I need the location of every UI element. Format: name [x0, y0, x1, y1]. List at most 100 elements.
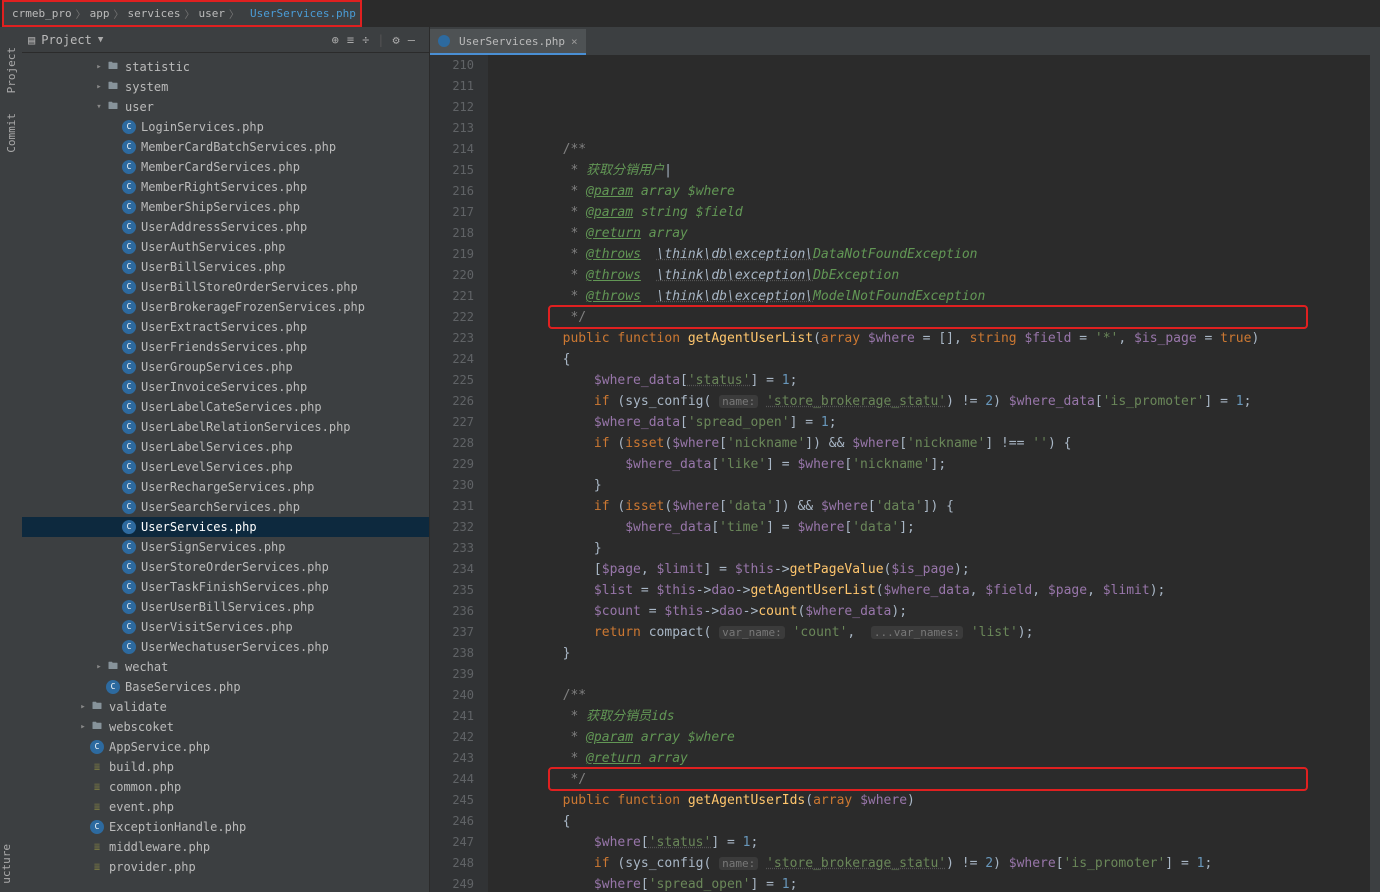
tree-item[interactable]: ▸🖿system [22, 77, 429, 97]
line-number[interactable]: 243 [430, 748, 474, 769]
line-number[interactable]: 213 [430, 118, 474, 139]
code-line[interactable]: { [500, 811, 1370, 832]
tree-item[interactable]: CUserSearchServices.php [22, 497, 429, 517]
tree-item[interactable]: CUserBrokerageFrozenServices.php [22, 297, 429, 317]
tree-item[interactable]: CLoginServices.php [22, 117, 429, 137]
code-line[interactable]: * @throws \think\db\exception\DataNotFou… [500, 244, 1370, 265]
code-line[interactable]: return compact( var_name: 'count', ...va… [500, 622, 1370, 643]
code-line[interactable]: } [500, 643, 1370, 664]
tree-item[interactable]: CBaseServices.php [22, 677, 429, 697]
line-number[interactable]: 238 [430, 643, 474, 664]
code-line[interactable]: /** [500, 685, 1370, 706]
settings-icon[interactable]: ⚙ [393, 33, 400, 47]
tree-item[interactable]: CUserUserBillServices.php [22, 597, 429, 617]
tree-item[interactable]: CUserVisitServices.php [22, 617, 429, 637]
code-line[interactable]: $list = $this->dao->getAgentUserList($wh… [500, 580, 1370, 601]
line-number[interactable]: 224 [430, 349, 474, 370]
code-line[interactable]: * 获取分销员ids [500, 706, 1370, 727]
chevron-right-icon[interactable]: ▸ [92, 82, 106, 92]
close-icon[interactable]: × [571, 35, 578, 48]
tree-item[interactable]: CAppService.php [22, 737, 429, 757]
line-number[interactable]: 227 [430, 412, 474, 433]
line-number[interactable]: 222 [430, 307, 474, 328]
code-line[interactable]: if (sys_config( name: 'store_brokerage_s… [500, 391, 1370, 412]
tree-item[interactable]: CMemberRightServices.php [22, 177, 429, 197]
tree-item[interactable]: CMemberCardBatchServices.php [22, 137, 429, 157]
line-number[interactable]: 240 [430, 685, 474, 706]
line-number[interactable]: 236 [430, 601, 474, 622]
code-line[interactable]: public function getAgentUserIds(array $w… [500, 790, 1370, 811]
line-number[interactable]: 232 [430, 517, 474, 538]
bc-2[interactable]: services [127, 7, 180, 20]
tree-item[interactable]: CUserBillStoreOrderServices.php [22, 277, 429, 297]
line-number[interactable]: 214 [430, 139, 474, 160]
line-number[interactable]: 235 [430, 580, 474, 601]
line-number[interactable]: 215 [430, 160, 474, 181]
bc-1[interactable]: app [90, 7, 110, 20]
line-number[interactable]: 244 [430, 769, 474, 790]
collapse-all-icon[interactable]: ÷ [362, 33, 369, 47]
line-number[interactable]: 223 [430, 328, 474, 349]
line-number[interactable]: 242 [430, 727, 474, 748]
line-number[interactable]: 228 [430, 433, 474, 454]
tree-item[interactable]: CUserLabelServices.php [22, 437, 429, 457]
bc-3[interactable]: user [198, 7, 225, 20]
line-number[interactable]: 249 [430, 874, 474, 892]
tree-item[interactable]: CUserInvoiceServices.php [22, 377, 429, 397]
chevron-right-icon[interactable]: ▸ [76, 702, 90, 712]
hide-icon[interactable]: — [408, 33, 415, 47]
code-line[interactable]: } [500, 538, 1370, 559]
tree-item[interactable]: CUserRechargeServices.php [22, 477, 429, 497]
line-number[interactable]: 246 [430, 811, 474, 832]
rail-project[interactable]: Project [5, 47, 18, 93]
code-area[interactable]: /** * 获取分销用户| * @param array $where * @p… [488, 55, 1370, 892]
tree-item[interactable]: ▸🖿statistic [22, 57, 429, 77]
tree-item[interactable]: CUserExtractServices.php [22, 317, 429, 337]
line-number[interactable]: 248 [430, 853, 474, 874]
tree-item[interactable]: CUserLabelCateServices.php [22, 397, 429, 417]
line-number[interactable]: 247 [430, 832, 474, 853]
line-number[interactable]: 237 [430, 622, 474, 643]
code-line[interactable]: if (isset($where['nickname']) && $where[… [500, 433, 1370, 454]
gutter[interactable]: 2102112122132142152162172182192202212222… [430, 55, 488, 892]
code-line[interactable]: if (sys_config( name: 'store_brokerage_s… [500, 853, 1370, 874]
tree-item[interactable]: CUserLabelRelationServices.php [22, 417, 429, 437]
code-line[interactable]: * @return array [500, 223, 1370, 244]
code-line[interactable]: * @param array $where [500, 727, 1370, 748]
line-number[interactable]: 226 [430, 391, 474, 412]
tree-item[interactable]: ≣common.php [22, 777, 429, 797]
tree-item[interactable]: ≣event.php [22, 797, 429, 817]
code-line[interactable]: if (isset($where['data']) && $where['dat… [500, 496, 1370, 517]
bc-current[interactable]: UserServices.php [250, 7, 356, 20]
tree-item[interactable]: CUserAuthServices.php [22, 237, 429, 257]
line-number[interactable]: 245 [430, 790, 474, 811]
tree-item[interactable]: ▸🖿validate [22, 697, 429, 717]
tree-item[interactable]: ≣build.php [22, 757, 429, 777]
breadcrumb[interactable]: crmeb_pro 〉 app 〉 services 〉 user 〉 User… [2, 0, 362, 27]
select-opened-file-icon[interactable]: ⊕ [332, 33, 339, 47]
tree-item[interactable]: CMemberCardServices.php [22, 157, 429, 177]
line-number[interactable]: 230 [430, 475, 474, 496]
code-line[interactable]: $where_data['like'] = $where['nickname']… [500, 454, 1370, 475]
code-line[interactable]: { [500, 349, 1370, 370]
tree-item[interactable]: ▸🖿wechat [22, 657, 429, 677]
tree-item[interactable]: CUserLevelServices.php [22, 457, 429, 477]
tree-item[interactable]: CUserWechatuserServices.php [22, 637, 429, 657]
chevron-right-icon[interactable]: ▸ [92, 62, 106, 72]
code-line[interactable]: * @param string $field [500, 202, 1370, 223]
code-line[interactable]: $where['spread_open'] = 1; [500, 874, 1370, 892]
tree-item[interactable]: ▾🖿user [22, 97, 429, 117]
tree-item[interactable]: CUserTaskFinishServices.php [22, 577, 429, 597]
line-number[interactable]: 219 [430, 244, 474, 265]
line-number[interactable]: 212 [430, 97, 474, 118]
code-line[interactable]: $where_data['time'] = $where['data']; [500, 517, 1370, 538]
line-number[interactable]: 210 [430, 55, 474, 76]
line-number[interactable]: 229 [430, 454, 474, 475]
code-line[interactable]: } [500, 475, 1370, 496]
tree-item[interactable]: ≣provider.php [22, 857, 429, 877]
rail-commit[interactable]: Commit [5, 113, 18, 153]
chevron-right-icon[interactable]: ▸ [76, 722, 90, 732]
line-number[interactable]: 241 [430, 706, 474, 727]
code-line[interactable]: */ [500, 769, 1370, 790]
tree-item[interactable]: CUserAddressServices.php [22, 217, 429, 237]
